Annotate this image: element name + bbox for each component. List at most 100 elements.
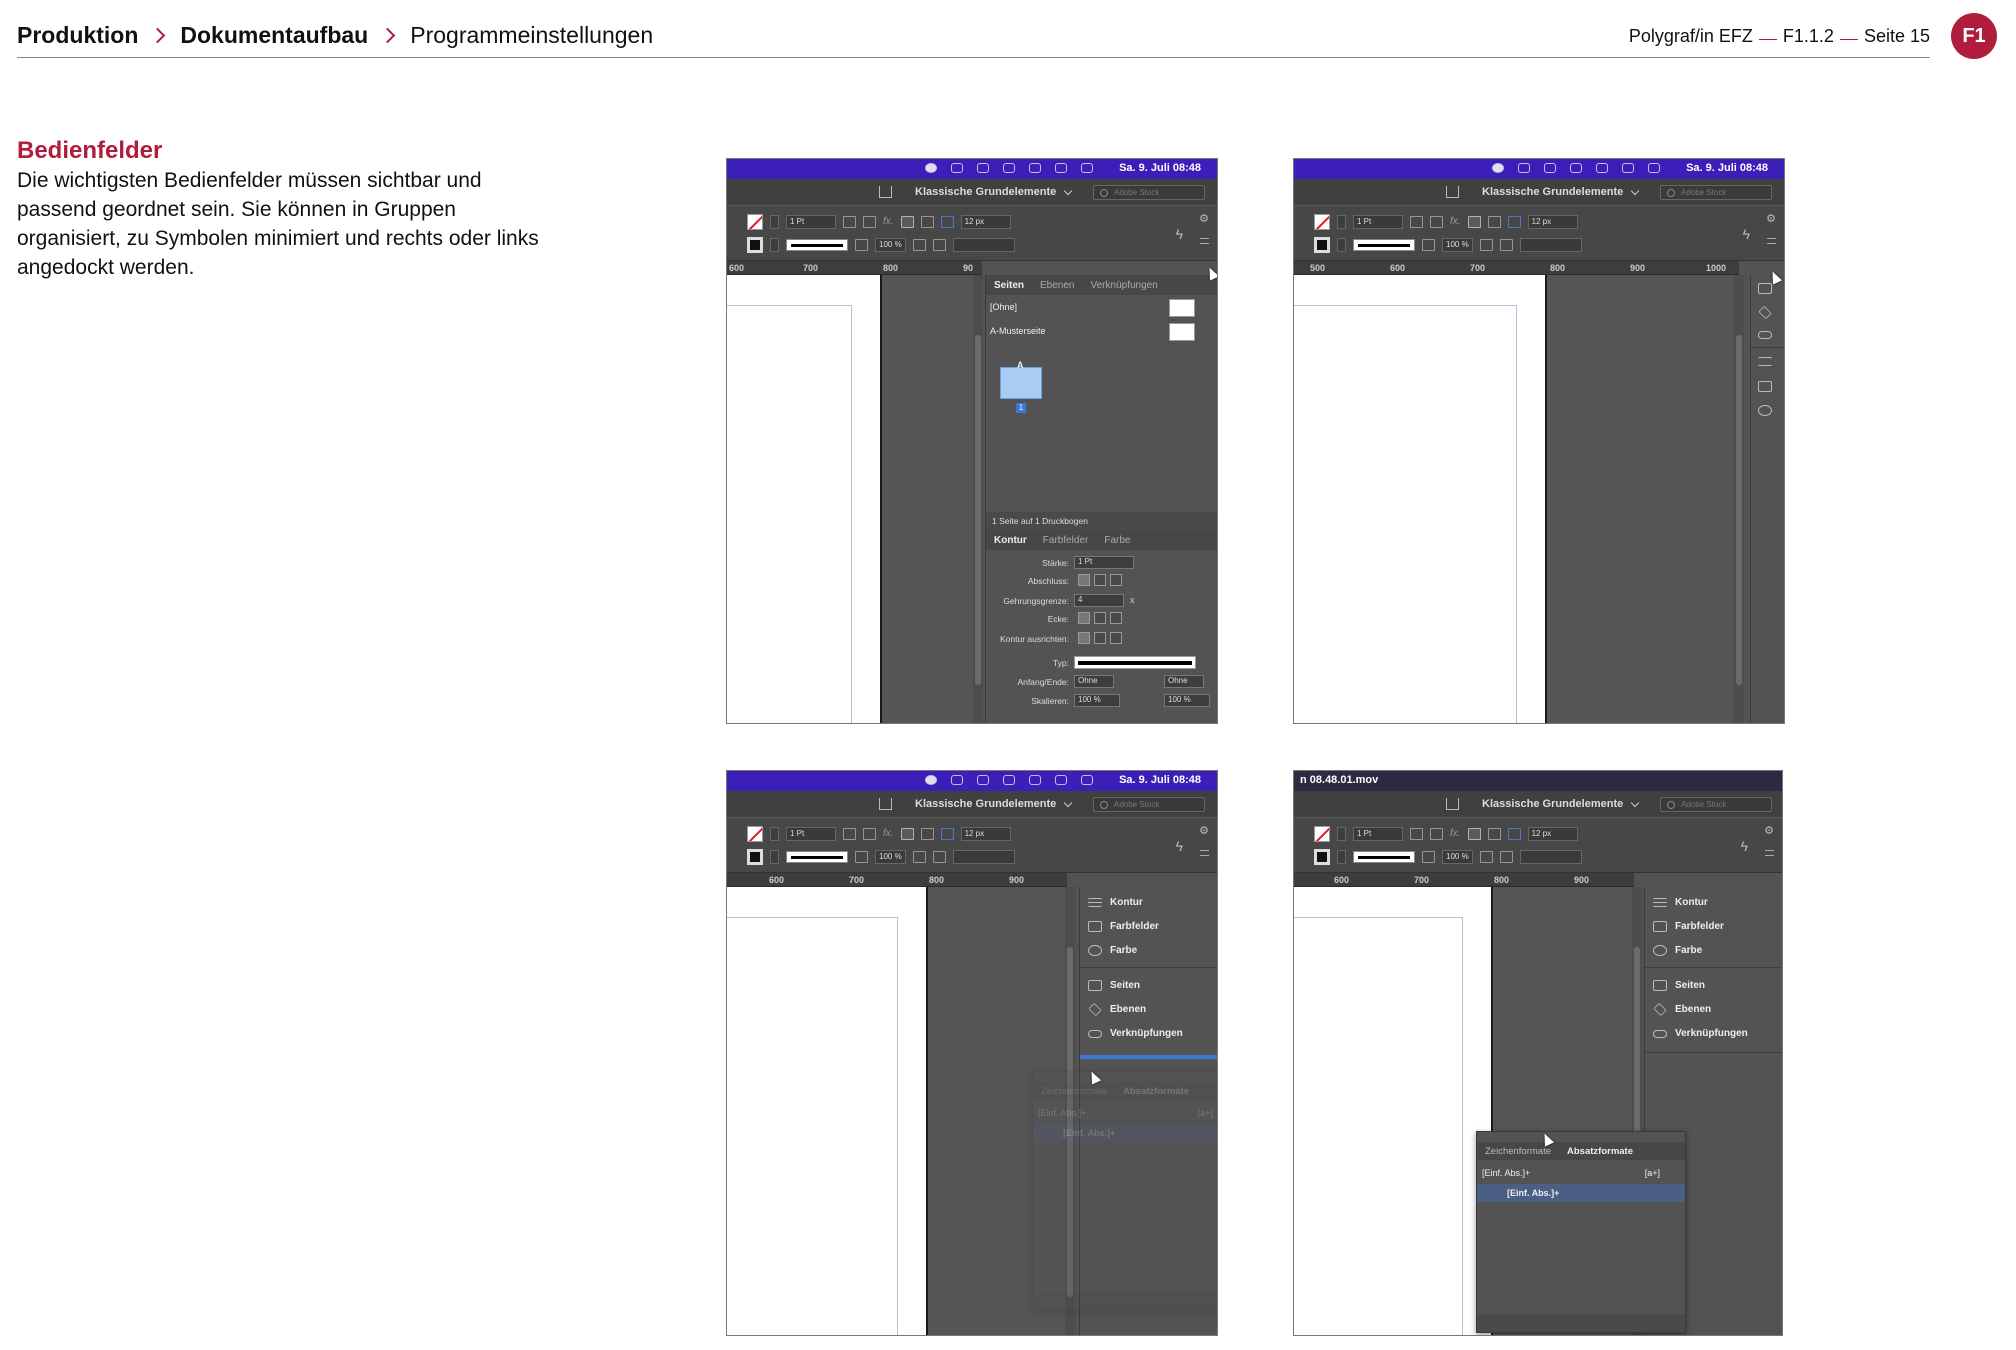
join-bevel-button[interactable] [1110,612,1122,624]
layers-icon[interactable] [1758,305,1772,320]
stroke-black-swatch[interactable] [1314,849,1330,865]
gear-icon[interactable]: ⚙ [1764,824,1774,837]
autofit-icon[interactable] [940,828,954,840]
rectangle-icon[interactable] [1430,828,1443,840]
fx-icon[interactable]: fx. [883,828,894,840]
distribute-icon[interactable] [932,239,946,251]
stroke-black-swatch[interactable] [747,237,763,253]
menu-icon[interactable] [1200,850,1209,856]
chevron-down-icon[interactable] [1063,186,1073,196]
share-icon[interactable] [879,186,892,198]
vertical-scrollbar[interactable] [1734,275,1744,723]
autofit-icon[interactable] [1507,216,1521,228]
cap-round-button[interactable] [1094,574,1106,586]
scale-start-field[interactable]: 100 % [1074,694,1120,707]
workspace-switcher[interactable]: Klassische Grundelemente [915,798,1056,810]
lightning-icon[interactable]: ϟ [1743,226,1750,242]
adobe-stock-search[interactable]: Adobe Stock [1660,797,1772,812]
stepper[interactable] [770,215,779,229]
center-icon[interactable] [912,851,926,863]
join-round-button[interactable] [1094,612,1106,624]
tab-absatzformate[interactable]: Absatzformate [1559,1146,1641,1157]
tab-farbfelder[interactable]: Farbfelder [1035,535,1097,546]
share-icon[interactable] [879,798,892,810]
align-center-button[interactable] [1078,632,1090,644]
end-select[interactable]: Ohne [1164,675,1204,688]
stroke-weight-field[interactable]: 1 Pt [786,827,836,841]
distribute-icon[interactable] [932,851,946,863]
breadcrumb-item-dokumentaufbau[interactable]: Dokumentaufbau [180,22,368,49]
center-icon[interactable] [1479,851,1493,863]
dock-item-ebenen[interactable]: Ebenen [1088,1002,1146,1017]
tab-ebenen[interactable]: Ebenen [1032,280,1082,291]
frame-icon[interactable] [1410,828,1423,840]
empty-dropdown[interactable] [952,238,1015,252]
empty-dropdown[interactable] [1519,238,1582,252]
align-icon[interactable] [1467,216,1481,228]
stroke-type-dropdown[interactable] [786,239,848,251]
stroke-weight-field[interactable]: 1 Pt [1353,827,1403,841]
dock-item-farbfelder[interactable]: Farbfelder [1088,921,1159,932]
scale-field[interactable]: 100 % [875,850,906,864]
stepper[interactable] [770,238,779,252]
rectangle-icon[interactable] [1430,216,1443,228]
dock-item-ebenen[interactable]: Ebenen [1653,1002,1711,1017]
dock-item-farbe[interactable]: Farbe [1088,945,1137,956]
stroke-type-select[interactable] [1074,656,1196,669]
gear-icon[interactable]: ⚙ [1199,824,1209,837]
tab-seiten[interactable]: Seiten [986,280,1032,291]
adobe-stock-search[interactable]: Adobe Stock [1093,797,1205,812]
swatches-icon[interactable] [1758,381,1772,392]
stepper[interactable] [1337,850,1346,864]
stepper[interactable] [1337,238,1346,252]
frame-icon[interactable] [1410,216,1423,228]
scale-end-field[interactable]: 100 % [1164,694,1210,707]
stroke-type-dropdown[interactable] [1353,851,1415,863]
distribute-icon[interactable] [1487,216,1501,228]
align-inside-button[interactable] [1094,632,1106,644]
dock-item-farbe[interactable]: Farbe [1653,945,1702,956]
adobe-stock-search[interactable]: Adobe Stock [1093,185,1205,200]
gear-icon[interactable]: ⚙ [1766,212,1776,225]
style-row-selected[interactable]: [Einf. Abs.]+ [1477,1184,1685,1202]
autofit-icon[interactable] [1507,828,1521,840]
menu-icon[interactable] [1200,238,1209,244]
stroke-weight-field[interactable]: 1 Pt [1353,215,1403,229]
miter-field[interactable]: 4 [1074,594,1124,607]
align-outside-button[interactable] [1110,632,1122,644]
stepper[interactable] [1337,215,1346,229]
fill-none-swatch[interactable] [747,826,763,842]
dock-item-seiten[interactable]: Seiten [1653,980,1705,991]
master-a-thumb[interactable] [1169,323,1195,341]
lightning-icon[interactable]: ϟ [1741,838,1748,854]
tab-absatzformate[interactable]: Absatzformate [1115,1086,1197,1097]
spacing-field[interactable]: 12 px [1527,215,1578,229]
fx-icon[interactable]: fx. [883,216,894,228]
fill-none-swatch[interactable] [747,214,763,230]
color-icon[interactable] [1758,405,1772,416]
dock-item-verknuepfungen[interactable]: Verknüpfungen [1088,1028,1183,1039]
share-icon[interactable] [1446,186,1459,198]
align-icon[interactable] [1467,828,1481,840]
distribute-icon[interactable] [920,216,934,228]
cap-butt-button[interactable] [1078,574,1090,586]
frame-icon[interactable] [843,828,856,840]
menu-icon[interactable] [1767,238,1776,244]
pages-icon[interactable] [1758,283,1772,294]
links-icon[interactable] [1758,331,1772,339]
workspace-switcher[interactable]: Klassische Grundelemente [1482,798,1623,810]
adobe-stock-search[interactable]: Adobe Stock [1660,185,1772,200]
distribute-icon[interactable] [1499,851,1513,863]
autofit-icon[interactable] [940,216,954,228]
style-row[interactable]: [Einf. Abs.]+ [a+] [1033,1104,1217,1122]
start-select[interactable]: Ohne [1074,675,1114,688]
distribute-icon[interactable] [1499,239,1513,251]
tab-zeichenformate[interactable]: Zeichenformate [1477,1146,1559,1157]
stroke-weight-field[interactable]: 1 Pt [786,215,836,229]
join-miter-button[interactable] [1078,612,1090,624]
spacing-field[interactable]: 12 px [960,215,1011,229]
master-none-label[interactable]: [Ohne] [990,302,1017,312]
lightning-icon[interactable]: ϟ [1176,226,1183,242]
stepper[interactable] [770,850,779,864]
dock-item-seiten[interactable]: Seiten [1088,980,1140,991]
